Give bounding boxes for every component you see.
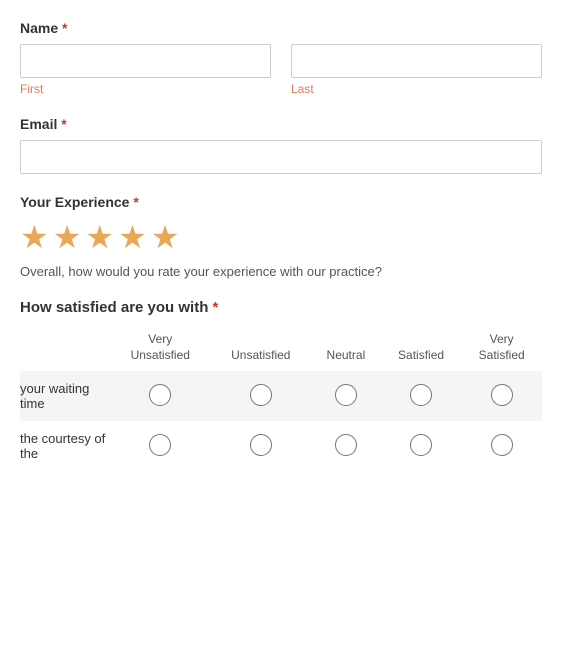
radio-waiting-very-unsatisfied[interactable]	[110, 371, 211, 421]
satisfaction-section: How satisfied are you with * VeryUnsatis…	[20, 299, 542, 471]
radio-waiting-very-unsatisfied-input[interactable]	[149, 384, 171, 406]
radio-waiting-satisfied-input[interactable]	[410, 384, 432, 406]
radio-waiting-very-satisfied-input[interactable]	[491, 384, 513, 406]
radio-courtesy-satisfied[interactable]	[381, 421, 462, 471]
radio-waiting-unsatisfied-input[interactable]	[250, 384, 272, 406]
radio-courtesy-very-satisfied[interactable]	[461, 421, 542, 471]
radio-courtesy-very-unsatisfied[interactable]	[110, 421, 211, 471]
radio-waiting-satisfied[interactable]	[381, 371, 462, 421]
experience-required-marker: *	[133, 194, 138, 210]
email-input[interactable]	[20, 140, 542, 174]
satisfaction-table: VeryUnsatisfied Unsatisfied Neutral Sati…	[20, 328, 542, 471]
experience-section: Your Experience * ★ ★ ★ ★ ★ Overall, how…	[20, 194, 542, 279]
first-name-group: First	[20, 44, 271, 96]
col-header-empty	[20, 328, 110, 371]
satisfaction-required-marker: *	[213, 299, 219, 316]
first-name-input[interactable]	[20, 44, 271, 78]
star-5[interactable]: ★	[151, 218, 180, 256]
radio-courtesy-very-unsatisfied-input[interactable]	[149, 434, 171, 456]
satisfaction-row-courtesy: the courtesy of the	[20, 421, 542, 471]
col-header-very-satisfied: VerySatisfied	[461, 328, 542, 371]
radio-waiting-neutral[interactable]	[311, 371, 381, 421]
email-section: Email *	[20, 116, 542, 174]
star-3[interactable]: ★	[85, 218, 114, 256]
star-rating[interactable]: ★ ★ ★ ★ ★	[20, 218, 542, 256]
row-label-courtesy: the courtesy of the	[20, 421, 110, 471]
star-1[interactable]: ★	[20, 218, 49, 256]
col-header-unsatisfied: Unsatisfied	[211, 328, 312, 371]
radio-waiting-very-satisfied[interactable]	[461, 371, 542, 421]
col-header-neutral: Neutral	[311, 328, 381, 371]
email-label: Email *	[20, 116, 542, 132]
satisfaction-title: How satisfied are you with *	[20, 299, 542, 316]
star-2[interactable]: ★	[53, 218, 82, 256]
radio-waiting-unsatisfied[interactable]	[211, 371, 312, 421]
col-header-satisfied: Satisfied	[381, 328, 462, 371]
radio-courtesy-neutral[interactable]	[311, 421, 381, 471]
experience-hint: Overall, how would you rate your experie…	[20, 264, 542, 279]
radio-courtesy-very-satisfied-input[interactable]	[491, 434, 513, 456]
satisfaction-row-waiting: your waiting time	[20, 371, 542, 421]
name-label: Name *	[20, 20, 542, 36]
satisfaction-header-row: VeryUnsatisfied Unsatisfied Neutral Sati…	[20, 328, 542, 371]
email-required-marker: *	[61, 116, 66, 132]
name-section: Name * First Last	[20, 20, 542, 96]
radio-courtesy-unsatisfied-input[interactable]	[250, 434, 272, 456]
name-row: First Last	[20, 44, 542, 96]
radio-waiting-neutral-input[interactable]	[335, 384, 357, 406]
col-header-very-unsatisfied: VeryUnsatisfied	[110, 328, 211, 371]
last-name-group: Last	[291, 44, 542, 96]
last-name-sublabel: Last	[291, 82, 542, 96]
star-4[interactable]: ★	[118, 218, 147, 256]
name-required-marker: *	[62, 20, 67, 36]
radio-courtesy-unsatisfied[interactable]	[211, 421, 312, 471]
row-label-waiting: your waiting time	[20, 371, 110, 421]
experience-label: Your Experience *	[20, 194, 542, 210]
first-name-sublabel: First	[20, 82, 271, 96]
radio-courtesy-satisfied-input[interactable]	[410, 434, 432, 456]
last-name-input[interactable]	[291, 44, 542, 78]
radio-courtesy-neutral-input[interactable]	[335, 434, 357, 456]
